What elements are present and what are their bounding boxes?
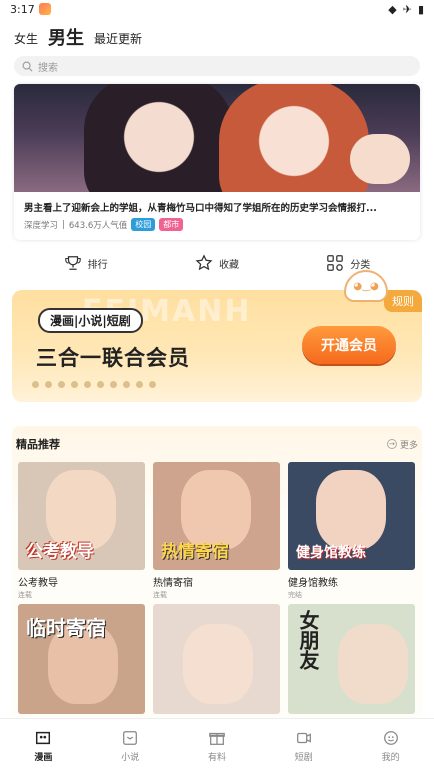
open-membership-button[interactable]: 开通会员: [302, 326, 396, 364]
nav-profile[interactable]: 我的: [361, 729, 421, 763]
star-icon: [195, 254, 213, 271]
book-cover[interactable]: 临时寄宿: [18, 604, 145, 714]
banner-author: 深度学习: [24, 220, 59, 231]
book-cover: 健身馆教练: [288, 462, 415, 570]
banner-meta: 深度学习 | 643.6万人气值 校园 都市: [14, 214, 420, 231]
book-cover[interactable]: 女朋友: [288, 604, 415, 714]
book-status: 完结: [288, 591, 302, 599]
more-button[interactable]: → 更多: [386, 438, 418, 451]
banner-popularity: 643.6万人气值: [68, 220, 128, 231]
grid-icon: [327, 255, 344, 271]
tab-male[interactable]: 男生: [48, 24, 84, 50]
novel-icon: [123, 730, 138, 745]
book-cover[interactable]: [153, 604, 280, 714]
trophy-icon: [64, 256, 81, 270]
featured-banner[interactable]: 男主看上了迎新会上的学姐，从青梅竹马口中得知了学姐所在的历史学习会情报打... …: [14, 84, 420, 240]
battery-icon: ▮: [417, 2, 424, 16]
profile-icon: [383, 730, 398, 745]
airplane-icon: ✈: [402, 2, 412, 16]
banner-image: [14, 84, 420, 192]
comics-icon: [36, 731, 51, 744]
search-icon: [22, 61, 33, 71]
rules-button[interactable]: 规则: [384, 290, 422, 312]
vip-subtitle: 漫画|小说|短剧: [38, 308, 143, 333]
category-tabs: 女生 男生 最近更新: [0, 18, 434, 52]
decor-dots: [32, 381, 156, 388]
nav-comics[interactable]: 漫画: [13, 729, 73, 763]
banner-title: 男主看上了迎新会上的学姐，从青梅竹马口中得知了学姐所在的历史学习会情报打...: [24, 203, 377, 214]
more-icon: →: [386, 439, 397, 449]
ranking-button[interactable]: 排行: [64, 254, 108, 272]
search-placeholder: 搜索: [38, 62, 58, 74]
book-card[interactable]: 热情寄宿 热情寄宿 连载: [153, 462, 280, 604]
book-cover: 热情寄宿: [153, 462, 280, 570]
book-title: 健身馆教练: [288, 578, 338, 589]
favorites-button[interactable]: 收藏: [195, 254, 239, 272]
app-notification-icon: [38, 3, 51, 15]
status-bar: 3:17 ◆ ✈ ▮: [0, 0, 434, 18]
video-icon: [296, 732, 311, 743]
vip-headline: 三合一联合会员: [36, 346, 190, 370]
status-time: 3:17: [10, 2, 35, 16]
nav-novels[interactable]: 小说: [100, 729, 160, 763]
vip-promo-card[interactable]: FEIMANH 规则 漫画|小说|短剧 三合一联合会员 开通会员: [12, 290, 422, 402]
tab-female[interactable]: 女生: [14, 30, 38, 50]
book-cover: 公考教导: [18, 462, 145, 570]
search-bar[interactable]: 搜索: [14, 56, 420, 76]
tag-chip: 校园: [131, 218, 156, 231]
gift-icon: [209, 732, 225, 745]
book-status: 连载: [153, 591, 167, 599]
tag-chip: 都市: [159, 218, 184, 231]
tab-recent-updates[interactable]: 最近更新: [94, 30, 142, 50]
recommendation-section: 精品推荐 → 更多 公考教导 公考教导 连载 热情寄宿 热情寄宿 连载 健身馆教…: [12, 426, 422, 718]
section-title: 精品推荐: [16, 438, 60, 451]
wifi-icon: ◆: [388, 2, 397, 16]
book-title: 公考教导: [18, 578, 58, 589]
bottom-nav: 漫画 小说 有料 短剧 我的: [0, 718, 434, 772]
nav-extras[interactable]: 有料: [187, 729, 247, 763]
nav-short-drama[interactable]: 短剧: [274, 729, 334, 763]
book-status: 连载: [18, 591, 32, 599]
book-title: 热情寄宿: [153, 578, 193, 589]
book-card[interactable]: 健身馆教练 健身馆教练 完结: [288, 462, 415, 604]
book-card[interactable]: 公考教导 公考教导 连载: [18, 462, 145, 604]
